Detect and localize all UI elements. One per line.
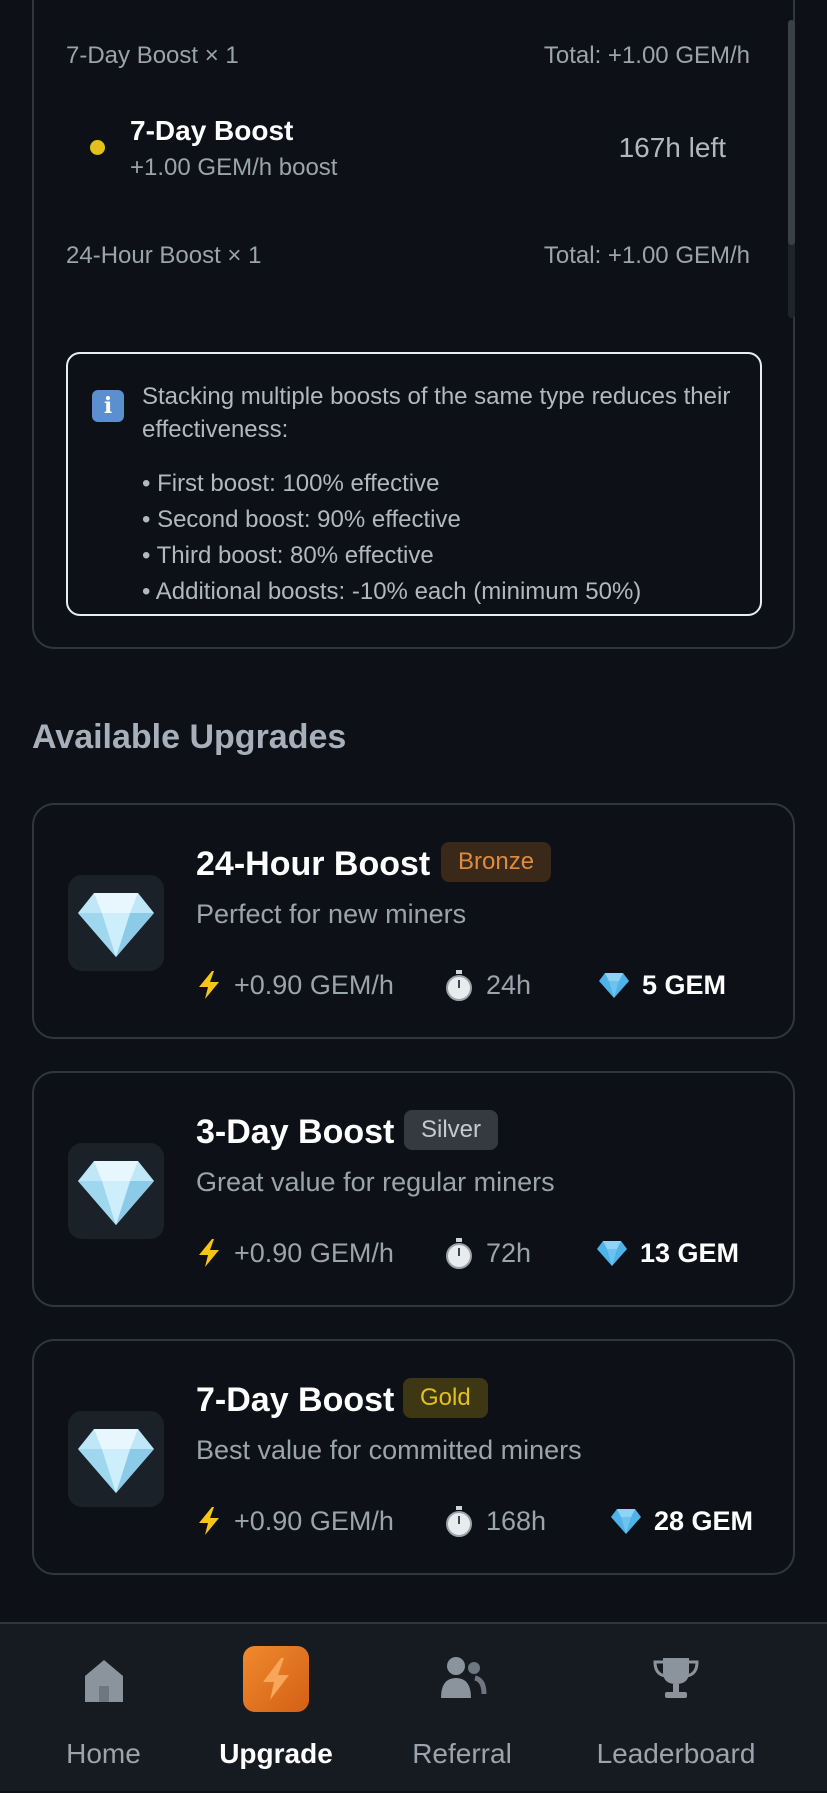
tier-badge: Silver <box>404 1110 499 1150</box>
upgrade-name: 7-Day Boost <box>196 1381 395 1419</box>
boost-group-total: Total: +1.00 GEM/h <box>543 42 750 69</box>
rate-value: +0.90 GEM/h <box>234 1238 394 1268</box>
upgrade-name: 24-Hour Boost <box>196 845 431 883</box>
active-boost-time-left: 167h left <box>618 132 726 163</box>
duration-value: 168h <box>486 1506 547 1536</box>
boost-group-label: 7-Day Boost × 1 <box>66 42 239 69</box>
cost-value: 28 GEM <box>654 1506 754 1536</box>
nav-label: Leaderboard <box>596 1738 756 1769</box>
boost-group-label: 24-Hour Boost × 1 <box>66 242 262 269</box>
stacking-info-box: i Stacking multiple boosts of the same t… <box>66 352 762 616</box>
nav-item-leaderboard[interactable]: Leaderboard <box>556 1624 796 1793</box>
home-icon <box>84 1660 123 1702</box>
boost-group-total: Total: +1.00 GEM/h <box>543 242 750 269</box>
duration-stat: 72h <box>444 1233 531 1273</box>
duration-value: 72h <box>486 1238 532 1268</box>
gem-icon-tile <box>68 1411 164 1507</box>
gem-icon-tile <box>68 1143 164 1239</box>
scrollbar-thumb[interactable] <box>788 20 795 245</box>
rate-stat: +0.90 GEM/h <box>196 965 394 1005</box>
cost-value: 13 GEM <box>640 1238 740 1268</box>
gem-icon <box>597 1240 627 1266</box>
gem-icon <box>78 893 154 957</box>
info-icon: i <box>92 390 124 422</box>
gem-icon <box>599 972 629 998</box>
nav-label: Referral <box>412 1738 512 1769</box>
stopwatch-icon <box>446 969 472 1001</box>
upgrade-description: Great value for regular miners <box>196 1167 555 1197</box>
status-dot <box>90 140 105 155</box>
cost-stat: 5 GEM <box>598 965 726 1005</box>
upgrade-name: 3-Day Boost <box>196 1113 395 1151</box>
stacking-info-list: • First boost: 100% effective • Second b… <box>142 466 641 610</box>
active-boost-item: 7-Day Boost +1.00 GEM/h boost 167h left <box>88 112 728 188</box>
duration-stat: 168h <box>444 1501 546 1541</box>
boost-group-24hour: 24-Hour Boost × 1 Total: +1.00 GEM/h <box>66 236 750 276</box>
duration-stat: 24h <box>444 965 531 1005</box>
gem-icon-tile <box>68 875 164 971</box>
section-title: Available Upgrades <box>32 718 347 756</box>
cost-value: 5 GEM <box>642 970 727 1000</box>
lightning-icon <box>243 1646 309 1712</box>
bottom-nav: Home Upgrade Referral Leaderboard <box>0 1622 827 1791</box>
trophy-icon <box>653 1658 699 1698</box>
upgrade-card-24hour[interactable]: 24-Hour Boost Bronze Perfect for new min… <box>32 803 795 1039</box>
active-boost-name: 7-Day Boost <box>130 115 294 146</box>
list-item: • Second boost: 90% effective <box>142 506 461 533</box>
rate-value: +0.90 GEM/h <box>234 970 394 1000</box>
upgrade-card-3day[interactable]: 3-Day Boost Silver Great value for regul… <box>32 1071 795 1307</box>
lightning-icon <box>199 970 219 999</box>
duration-value: 24h <box>486 970 532 1000</box>
upgrade-description: Perfect for new miners <box>196 899 467 929</box>
rate-value: +0.90 GEM/h <box>234 1506 394 1536</box>
upgrade-description: Best value for committed miners <box>196 1435 582 1465</box>
boost-group-7day: 7-Day Boost × 1 Total: +1.00 GEM/h <box>66 36 750 76</box>
list-item: • First boost: 100% effective <box>142 470 440 497</box>
rate-stat: +0.90 GEM/h <box>196 1501 394 1541</box>
users-icon <box>441 1657 487 1698</box>
active-boost-rate: +1.00 GEM/h boost <box>130 154 338 181</box>
stacking-info-text: Stacking multiple boosts of the same typ… <box>142 383 731 443</box>
gem-icon <box>78 1429 154 1493</box>
lightning-icon <box>199 1506 219 1535</box>
cost-stat: 13 GEM <box>596 1233 739 1273</box>
stopwatch-icon <box>446 1237 472 1269</box>
rate-stat: +0.90 GEM/h <box>196 1233 394 1273</box>
list-item: • Third boost: 80% effective <box>142 542 434 569</box>
list-item: • Additional boosts: -10% each (minimum … <box>142 578 642 605</box>
gem-icon <box>611 1508 641 1534</box>
upgrade-card-7day[interactable]: 7-Day Boost Gold Best value for committe… <box>32 1339 795 1575</box>
stopwatch-icon <box>446 1505 472 1537</box>
gem-icon <box>78 1161 154 1225</box>
nav-item-referral[interactable]: Referral <box>342 1624 582 1793</box>
lightning-icon <box>199 1238 219 1267</box>
tier-badge: Bronze <box>441 842 552 882</box>
tier-badge: Gold <box>403 1378 488 1418</box>
cost-stat: 28 GEM <box>610 1501 753 1541</box>
